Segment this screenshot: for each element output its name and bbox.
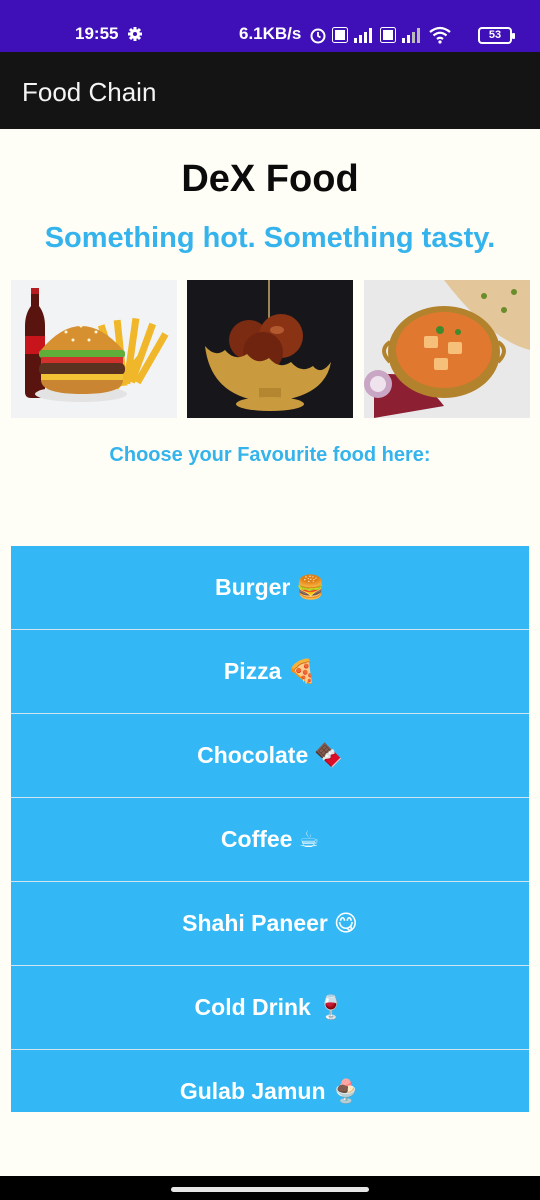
food-item-label: Chocolate: [197, 742, 309, 768]
status-icons: [309, 24, 452, 46]
food-item-label: Gulab Jamun: [179, 1078, 326, 1104]
gulab-jamun-photo: [187, 280, 353, 418]
wifi-icon: [429, 26, 451, 44]
burger-icon: 🍔: [296, 575, 326, 601]
wine-glass-icon: 🍷: [316, 995, 346, 1021]
food-item-chocolate[interactable]: Chocolate 🍫: [11, 714, 529, 798]
app-title: Food Chain: [22, 77, 157, 107]
food-item-label: Coffee: [220, 826, 293, 852]
navigation-bar: [0, 1176, 540, 1200]
volte-icon: [380, 27, 396, 43]
coffee-icon: ☕: [298, 826, 320, 853]
alarm-icon: [310, 28, 326, 44]
page-title: DeX Food: [181, 158, 359, 200]
app-bar: Food Chain: [0, 52, 540, 129]
battery-icon: 53: [478, 27, 515, 44]
settings-gear-icon: [128, 27, 142, 41]
choose-food-prompt: Choose your Favourite food here:: [109, 444, 431, 466]
food-item-label: Cold Drink: [194, 994, 311, 1020]
ice-cream-icon: 🍨: [331, 1079, 361, 1105]
food-item-label: Burger: [214, 574, 291, 600]
paneer-curry-photo: [364, 280, 530, 418]
home-gesture-handle[interactable]: [171, 1187, 369, 1192]
food-item-pizza[interactable]: Pizza 🍕: [11, 630, 529, 714]
food-item-coffee[interactable]: Coffee ☕: [11, 798, 529, 882]
food-item-burger[interactable]: Burger 🍔: [11, 546, 529, 630]
signal-icon: [354, 28, 372, 43]
status-time: 19:55: [75, 24, 119, 43]
status-bar: 19:55 6.1KB/s 53: [0, 0, 540, 52]
pizza-icon: 🍕: [287, 659, 317, 685]
signal-icon: [402, 28, 420, 43]
food-item-label: Shahi Paneer: [182, 910, 328, 936]
volte-icon: [332, 27, 348, 43]
network-speed: 6.1KB/s: [239, 24, 302, 43]
burger-photo: [11, 280, 177, 418]
food-item-shahi-paneer[interactable]: Shahi Paneer 😋: [11, 882, 529, 966]
chocolate-icon: 🍫: [314, 743, 343, 769]
food-item-cold-drink[interactable]: Cold Drink 🍷: [11, 966, 529, 1050]
food-item-gulab-jamun[interactable]: Gulab Jamun 🍨: [11, 1050, 529, 1112]
food-item-label: Pizza: [223, 658, 282, 684]
food-list: Burger 🍔 Pizza 🍕 Chocolate 🍫 Coffee ☕ Sh…: [11, 546, 529, 1112]
yum-face-icon: 😋: [333, 910, 358, 937]
page-subtitle: Something hot. Something tasty.: [44, 222, 496, 254]
